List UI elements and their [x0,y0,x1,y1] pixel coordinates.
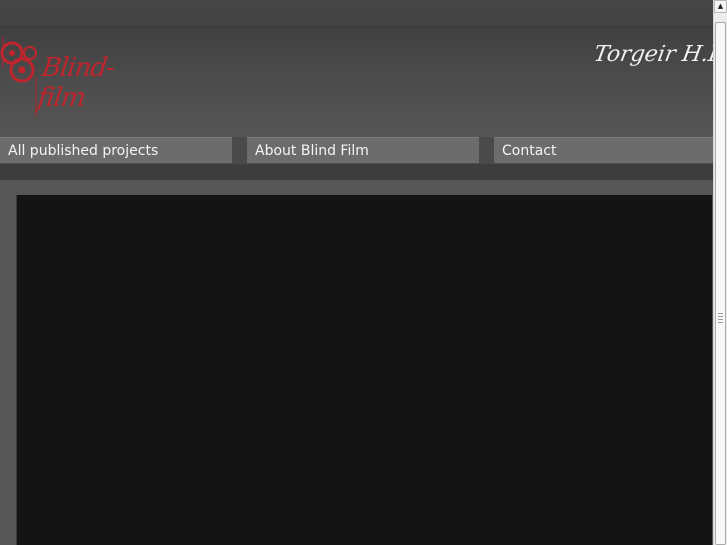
video-panel[interactable] [16,195,712,545]
grip-icon [718,313,723,325]
signature: Torgeir H.Riesti [591,42,727,67]
site-header: Blind-film Torgeir H.Riesti [0,27,727,137]
logo-text: Blind-film [35,53,117,113]
nav-item-contact[interactable]: Contact [494,137,713,163]
nav-item-about-blind-film[interactable]: About Blind Film [247,137,479,163]
main-nav: All published projects About Blind Film … [0,137,713,164]
nav-divider [479,137,494,164]
nav-item-label: Contact [502,143,557,159]
top-strip [0,0,713,27]
vertical-scrollbar[interactable]: ▲ [713,0,727,545]
scrollbar-thumb[interactable] [715,22,726,545]
blind-film-logo[interactable]: Blind-film [0,37,140,117]
nav-item-label: About Blind Film [255,143,369,159]
nav-item-label: All published projects [8,143,159,159]
nav-underbar [0,164,713,180]
nav-divider [232,137,247,164]
film-reel-icon [0,37,37,117]
nav-item-all-published-projects[interactable]: All published projects [0,137,232,163]
up-arrow-icon[interactable]: ▲ [714,0,727,13]
